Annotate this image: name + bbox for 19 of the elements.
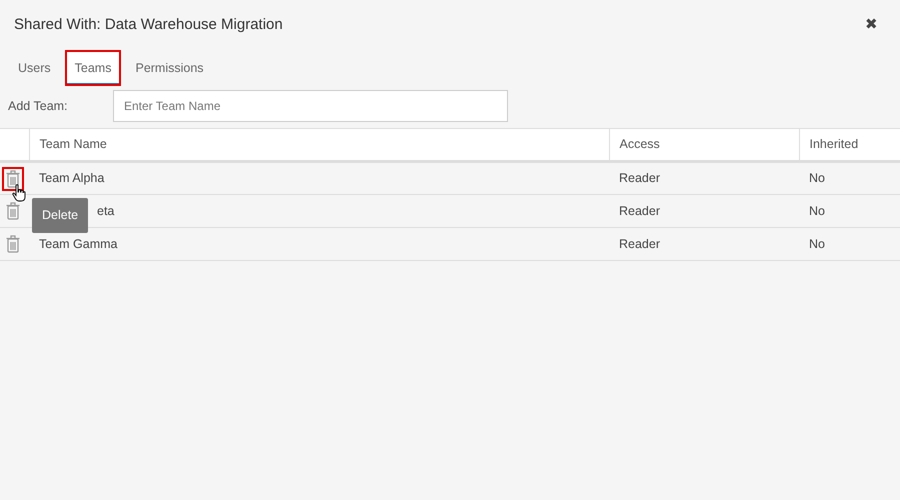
tab[interactable]: Users bbox=[8, 50, 61, 86]
table-cell: No bbox=[799, 194, 900, 228]
table-cell: Reader bbox=[609, 162, 799, 194]
column-header: Access bbox=[609, 128, 799, 162]
tab[interactable]: Permissions bbox=[125, 50, 214, 86]
team-name-field[interactable]: Enter Team Name bbox=[113, 90, 508, 122]
close-button[interactable]: ✖ bbox=[857, 14, 886, 36]
column-header: Inherited bbox=[799, 128, 900, 162]
window-title: Shared With: Data Warehouse Migration bbox=[14, 14, 283, 35]
table-cell: Reader bbox=[609, 228, 799, 260]
table-cell: Reader bbox=[609, 194, 799, 228]
column-header: Team Name bbox=[29, 128, 609, 162]
tab[interactable]: Teams bbox=[64, 50, 122, 86]
table-cell: No bbox=[799, 228, 900, 260]
table-cell: No bbox=[799, 162, 900, 194]
tooltip: Delete bbox=[32, 198, 88, 233]
table-cell: Team Alpha bbox=[29, 162, 609, 194]
add-team-label: Add Team: bbox=[8, 98, 69, 115]
table-cell: Team Gamma bbox=[29, 228, 609, 260]
